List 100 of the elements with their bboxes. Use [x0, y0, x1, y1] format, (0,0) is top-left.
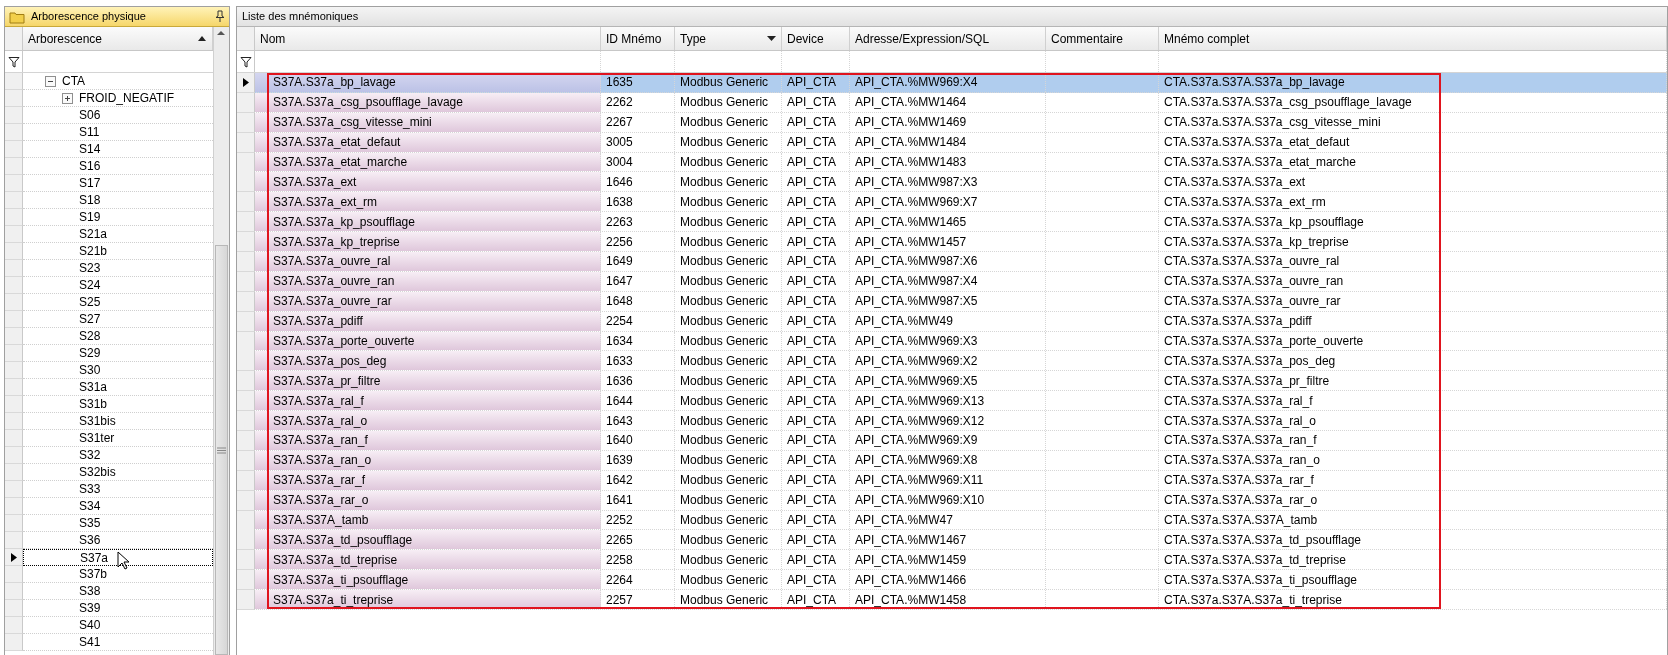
table-row[interactable]: S37A.S37a_ext_rm 1638 Modbus Generic API_CTA API_CTA.%MW969:X7 CTA.S37a.S37A.S37a_ext_rm [237, 192, 1667, 213]
row-header[interactable] [237, 51, 255, 72]
tree-item[interactable]: FROID_NEGATIF [23, 90, 213, 107]
table-cell: API_CTA.%MW969:X12 [850, 411, 1046, 431]
table-cell: API_CTA [782, 192, 850, 212]
table-cell: S37A.S37a_ouvre_ral [255, 252, 601, 271]
table-cell: 2252 [601, 510, 675, 530]
table-cell: Modbus Generic [675, 470, 782, 490]
table-cell: Modbus Generic [675, 351, 782, 371]
table-cell: CTA.S37a.S37A.S37a_ral_f [1159, 391, 1667, 411]
sort-icon[interactable] [197, 35, 207, 42]
table-cell: Modbus Generic [675, 371, 782, 391]
table-row[interactable]: S37A.S37a_bp_lavage 1635 Modbus Generic API_CTA API_CTA.%MW969:X4 CTA.S37a.S37A.S37a_bp_lavage [237, 73, 1667, 93]
table-cell: 1633 [601, 351, 675, 371]
table-row[interactable]: S37A.S37a_kp_psoufflage 2263 Modbus Generic API_CTA API_CTA.%MW1465 CTA.S37a.S37A.S37a_kp_psoufflage [237, 212, 1667, 233]
scrollbar[interactable] [213, 27, 229, 655]
panel-title: Liste des mnémoniques [242, 9, 359, 25]
table-cell: CTA.S37a.S37A.S37a_ext [1159, 172, 1667, 192]
table-cell: 1635 [601, 73, 675, 92]
table-row[interactable]: S37A.S37a_ran_f 1640 Modbus Generic API_CTA API_CTA.%MW969:X9 CTA.S37a.S37A.S37a_ran_f [237, 431, 1667, 451]
table-cell: API_CTA.%MW987:X4 [850, 271, 1046, 291]
row-header[interactable] [5, 549, 23, 566]
expand-icon[interactable] [62, 92, 73, 104]
table-cell: Modbus Generic [675, 570, 782, 590]
filter-icon[interactable] [239, 55, 252, 68]
table-cell: Modbus Generic [675, 92, 782, 112]
table-row[interactable]: S37A.S37a_td_psoufflage 2265 Modbus Generic API_CTA API_CTA.%MW1467 CTA.S37a.S37A.S37a_td_psoufflage [237, 530, 1667, 551]
collapse-icon[interactable] [45, 75, 56, 87]
table-row[interactable]: S37A.S37a_ouvre_rar 1648 Modbus Generic API_CTA API_CTA.%MW987:X5 CTA.S37a.S37A.S37a_ouvre_rar [237, 291, 1667, 312]
table-cell: CTA.S37a.S37A.S37a_rar_o [1159, 490, 1667, 510]
table-row[interactable]: S37A.S37a_pos_deg 1633 Modbus Generic API_CTA API_CTA.%MW969:X2 CTA.S37a.S37A.S37a_pos_deg [237, 351, 1667, 372]
table-cell: 2263 [601, 212, 675, 232]
table-cell: S37A.S37a_rar_o [255, 490, 601, 510]
table-cell: Modbus Generic [675, 331, 782, 351]
column-header[interactable]: Commentaire [1046, 27, 1159, 50]
filter-icon[interactable] [7, 55, 20, 68]
table-row[interactable]: S37A.S37a_rar_f 1642 Modbus Generic API_CTA API_CTA.%MW969:X11 CTA.S37a.S37A.S37a_rar_f [237, 470, 1667, 491]
column-header[interactable]: Adresse/Expression/SQL [850, 27, 1046, 50]
tree-item[interactable]: CTA [23, 73, 213, 90]
table-row[interactable]: S37A.S37a_ral_f 1644 Modbus Generic API_CTA API_CTA.%MW969:X13 CTA.S37a.S37A.S37a_ral_f [237, 391, 1667, 412]
table-row[interactable]: S37A.S37a_etat_defaut 3005 Modbus Generic API_CTA API_CTA.%MW1484 CTA.S37a.S37A.S37a_etat_defaut [237, 132, 1667, 153]
table-cell: Modbus Generic [675, 590, 782, 610]
column-header[interactable]: Device [782, 27, 850, 50]
table-cell: 2265 [601, 530, 675, 550]
table-row[interactable]: S37A.S37a_kp_treprise 2256 Modbus Generic API_CTA API_CTA.%MW1457 CTA.S37a.S37A.S37a_kp_treprise [237, 232, 1667, 252]
table-row[interactable]: S37A.S37a_rar_o 1641 Modbus Generic API_CTA API_CTA.%MW969:X10 CTA.S37a.S37A.S37a_rar_o [237, 490, 1667, 511]
table-cell: API_CTA [782, 311, 850, 331]
pin-icon[interactable] [215, 10, 225, 23]
table-row[interactable]: S37A.S37a_ouvre_ran 1647 Modbus Generic API_CTA API_CTA.%MW987:X4 CTA.S37a.S37A.S37a_ouvre_ran [237, 271, 1667, 292]
row-header[interactable] [5, 51, 23, 72]
table-cell: CTA.S37a.S37A.S37a_ouvre_rar [1159, 291, 1667, 311]
table-cell: API_CTA [782, 371, 850, 391]
table-row[interactable]: S37A.S37A_tamb 2252 Modbus Generic API_CTA API_CTA.%MW47 CTA.S37a.S37A.S37A_tamb [237, 510, 1667, 531]
table-cell: 2256 [601, 232, 675, 251]
table-cell: Modbus Generic [675, 510, 782, 530]
table-row[interactable]: S37A.S37a_csg_vitesse_mini 2267 Modbus Generic API_CTA API_CTA.%MW1469 CTA.S37a.S37A.S37a_csg_vitesse_mini [237, 112, 1667, 133]
table-cell: CTA.S37a.S37A.S37a_etat_marche [1159, 152, 1667, 172]
table-cell: API_CTA [782, 351, 850, 371]
table-cell: Modbus Generic [675, 172, 782, 192]
table-row[interactable]: S37A.S37a_etat_marche 3004 Modbus Generic API_CTA API_CTA.%MW1483 CTA.S37a.S37A.S37a_etat_marche [237, 152, 1667, 173]
table-cell: CTA.S37a.S37A.S37a_kp_psoufflage [1159, 212, 1667, 232]
table-row[interactable]: S37A.S37a_ouvre_ral 1649 Modbus Generic API_CTA API_CTA.%MW987:X6 CTA.S37a.S37A.S37a_ouvre_ral [237, 252, 1667, 272]
dropdown-caret-icon[interactable] [767, 36, 776, 41]
table-row[interactable]: S37A.S37a_pr_filtre 1636 Modbus Generic API_CTA API_CTA.%MW969:X5 CTA.S37a.S37A.S37a_pr_filtre [237, 371, 1667, 392]
table-row[interactable]: S37A.S37a_pdiff 2254 Modbus Generic API_CTA API_CTA.%MW49 CTA.S37a.S37A.S37a_pdiff [237, 311, 1667, 332]
table-row[interactable]: S37A.S37a_ext 1646 Modbus Generic API_CTA API_CTA.%MW987:X3 CTA.S37a.S37A.S37a_ext [237, 172, 1667, 193]
current-row-icon [242, 78, 249, 87]
table-cell: Modbus Generic [675, 291, 782, 311]
table-cell: Modbus Generic [675, 530, 782, 550]
column-header[interactable]: Mnémo complet [1159, 27, 1667, 50]
table-cell: API_CTA.%MW969:X11 [850, 470, 1046, 490]
table-cell: API_CTA.%MW1466 [850, 570, 1046, 590]
column-header[interactable]: ID Mnémo [601, 27, 675, 50]
scrollbar-thumb[interactable] [215, 245, 228, 655]
table-cell: 1638 [601, 192, 675, 212]
table-row[interactable]: S37A.S37a_td_treprise 2258 Modbus Generic API_CTA API_CTA.%MW1459 CTA.S37a.S37A.S37a_td_treprise [237, 550, 1667, 571]
table-cell: API_CTA.%MW987:X5 [850, 291, 1046, 311]
table-cell: 1641 [601, 490, 675, 510]
table-cell: Modbus Generic [675, 271, 782, 291]
table-cell: Modbus Generic [675, 73, 782, 92]
table-cell: 2267 [601, 112, 675, 132]
table-row[interactable]: S37A.S37a_ti_treprise 2257 Modbus Generic API_CTA API_CTA.%MW1458 CTA.S37a.S37A.S37a_ti_treprise [237, 590, 1667, 611]
table-row[interactable]: S37A.S37a_ran_o 1639 Modbus Generic API_CTA API_CTA.%MW969:X8 CTA.S37a.S37A.S37a_ran_o [237, 450, 1667, 471]
row-header[interactable] [237, 73, 255, 93]
table-row[interactable]: S37A.S37a_ral_o 1643 Modbus Generic API_CTA API_CTA.%MW969:X12 CTA.S37a.S37A.S37a_ral_o [237, 411, 1667, 432]
table-cell: API_CTA.%MW1467 [850, 530, 1046, 550]
table-cell: API_CTA.%MW1457 [850, 232, 1046, 251]
table-row[interactable]: S37A.S37a_csg_psoufflage_lavage 2262 Modbus Generic API_CTA API_CTA.%MW1464 CTA.S37a.S37A.S37a_csg_psoufflage_lavage [237, 92, 1667, 113]
table-cell: 2264 [601, 570, 675, 590]
column-header[interactable]: Type [675, 27, 782, 50]
column-header[interactable]: Nom [255, 27, 601, 50]
table-cell: API_CTA.%MW987:X3 [850, 172, 1046, 192]
table-row[interactable]: S37A.S37a_ti_psoufflage 2264 Modbus Generic API_CTA API_CTA.%MW1466 CTA.S37a.S37A.S37a_ti_psoufflage [237, 570, 1667, 591]
current-row-icon [10, 552, 17, 562]
table-cell: S37A.S37a_kp_psoufflage [255, 212, 601, 232]
table-cell: API_CTA [782, 212, 850, 232]
folder-icon [9, 9, 25, 24]
table-cell: S37A.S37a_ral_o [255, 411, 601, 431]
table-row[interactable]: S37A.S37a_porte_ouverte 1634 Modbus Generic API_CTA API_CTA.%MW969:X3 CTA.S37a.S37A.S37a_porte_ouverte [237, 331, 1667, 352]
table-cell: Modbus Generic [675, 152, 782, 172]
